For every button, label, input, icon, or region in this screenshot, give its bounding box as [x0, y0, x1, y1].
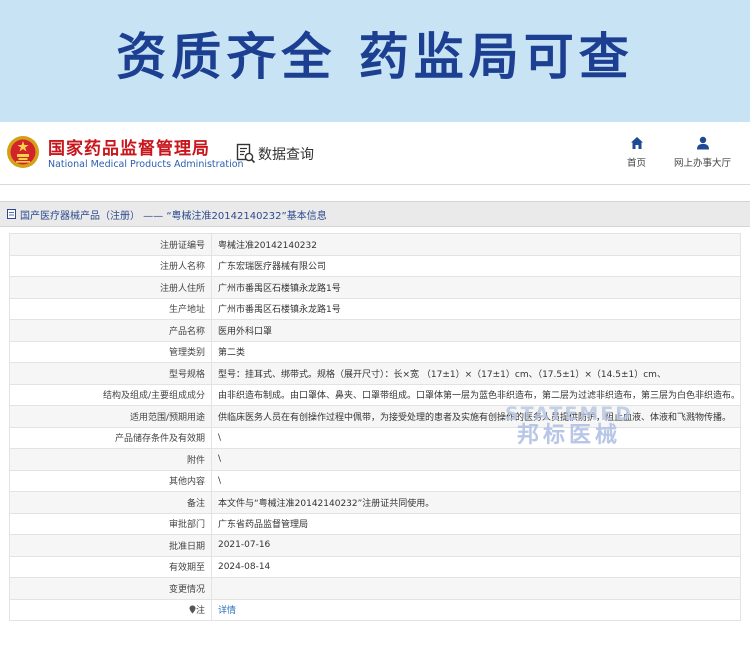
- row-value: 第二类: [210, 340, 742, 363]
- row-label: 产品储存条件及有效期: [9, 426, 212, 449]
- table-row: 附件 \: [9, 448, 742, 471]
- row-value: 本文件与“粤械注准20142140232”注册证共同使用。: [210, 491, 742, 514]
- table-row: 型号规格 型号：挂耳式、绑带式。规格（展开尺寸）：长×宽 （17±1）×（17±1…: [9, 362, 742, 385]
- org-name-english[interactable]: National Medical Products Administration: [48, 159, 244, 170]
- location-pin-icon: [189, 605, 196, 614]
- user-icon: [696, 136, 709, 150]
- table-row: 生产地址 广州市番禺区石楼镇永龙路1号: [9, 297, 742, 320]
- row-label: 备注: [9, 491, 212, 514]
- nav-online-hall-label: 网上办事大厅: [674, 158, 732, 169]
- table-row: 备注 本文件与“粤械注准20142140232”注册证共同使用。: [9, 491, 742, 514]
- row-value: 2024-08-14: [210, 555, 742, 578]
- note-label-text: 注: [195, 606, 205, 617]
- row-value: 广州市番禺区石楼镇永龙路1号: [210, 297, 742, 320]
- breadcrumb: 国产医疗器械产品（注册） —— “粤械注准20142140232”基本信息: [0, 201, 750, 227]
- row-label: 审批部门: [9, 512, 212, 535]
- document-icon: [7, 209, 16, 219]
- row-value: 供临床医务人员在有创操作过程中佩带，为接受处理的患者及实施有创操作的医务人员提供…: [210, 405, 742, 428]
- row-label: 适用范围/预期用途: [9, 405, 212, 428]
- row-label: 注册人名称: [9, 254, 212, 277]
- promo-banner: 资质齐全 药监局可查: [0, 0, 750, 122]
- details-link[interactable]: 详情: [218, 606, 236, 616]
- row-label: 其他内容: [9, 469, 212, 492]
- table-row: 产品名称 医用外科口罩: [9, 319, 742, 342]
- row-value: 详情: [210, 598, 742, 621]
- row-label-note: 注: [9, 598, 212, 621]
- row-label: 变更情况: [9, 577, 212, 600]
- table-row: 批准日期 2021-07-16: [9, 534, 742, 557]
- row-value: 广东省药品监督管理局: [210, 512, 742, 535]
- data-query-label: 数据查询: [258, 147, 314, 163]
- row-value: 广东宏瑞医疗器械有限公司: [210, 254, 742, 277]
- row-label: 管理类别: [9, 340, 212, 363]
- table-row: 变更情况: [9, 577, 742, 600]
- document-search-icon: [236, 143, 256, 164]
- row-label: 生产地址: [9, 297, 212, 320]
- row-value: \: [210, 426, 742, 449]
- national-emblem-icon: [7, 136, 39, 168]
- org-name[interactable]: 国家药品监督管理局: [48, 134, 210, 159]
- row-value: \: [210, 448, 742, 471]
- row-value: \: [210, 469, 742, 492]
- nav-home-link[interactable]: 首页: [627, 136, 646, 169]
- row-value: 医用外科口罩: [210, 319, 742, 342]
- registration-info-table: 注册证编号 粤械注准20142140232 注册人名称 广东宏瑞医疗器械有限公司 注…: [9, 233, 742, 621]
- row-label: 注册证编号: [9, 233, 212, 256]
- nav-online-hall-link[interactable]: 网上办事大厅: [674, 136, 731, 169]
- row-label: 批准日期: [9, 534, 212, 557]
- table-row: 适用范围/预期用途 供临床医务人员在有创操作过程中佩带，为接受处理的患者及实施有创…: [9, 405, 742, 428]
- table-row: 注册证编号 粤械注准20142140232: [9, 233, 742, 256]
- nav-home-label: 首页: [627, 158, 647, 169]
- site-header: 国家药品监督管理局 National Medical Products Admi…: [0, 122, 750, 185]
- row-value: [210, 577, 742, 600]
- table-row: 结构及组成/主要组成成分 由非织造布制成。由口罩体、鼻夹、口罩带组成。口罩体第一层…: [9, 383, 742, 406]
- row-value: 广州市番禺区石楼镇永龙路1号: [210, 276, 742, 299]
- row-value: 型号：挂耳式、绑带式。规格（展开尺寸）：长×宽 （17±1）×（17±1）cm、…: [210, 362, 742, 385]
- row-label: 型号规格: [9, 362, 212, 385]
- table-row: 注册人名称 广东宏瑞医疗器械有限公司: [9, 254, 742, 277]
- home-icon: [630, 137, 643, 149]
- breadcrumb-text: 国产医疗器械产品（注册） —— “粤械注准20142140232”基本信息: [20, 210, 327, 222]
- row-label: 附件: [9, 448, 212, 471]
- row-value: 由非织造布制成。由口罩体、鼻夹、口罩带组成。口罩体第一层为蓝色非织造布，第二层为…: [210, 383, 742, 406]
- table-row: 审批部门 广东省药品监督管理局: [9, 512, 742, 535]
- row-value: 2021-07-16: [210, 534, 742, 557]
- data-query-link[interactable]: 数据查询: [236, 142, 314, 166]
- table-row: 产品储存条件及有效期 \: [9, 426, 742, 449]
- table-row: 有效期至 2024-08-14: [9, 555, 742, 578]
- row-label: 注册人住所: [9, 276, 212, 299]
- row-label: 有效期至: [9, 555, 212, 578]
- row-label: 产品名称: [9, 319, 212, 342]
- table-row: 注册人住所 广州市番禺区石楼镇永龙路1号: [9, 276, 742, 299]
- table-row: 其他内容 \: [9, 469, 742, 492]
- row-value: 粤械注准20142140232: [210, 233, 742, 256]
- row-label: 结构及组成/主要组成成分: [9, 383, 212, 406]
- table-row: 注 详情: [9, 598, 742, 621]
- table-row: 管理类别 第二类: [9, 340, 742, 363]
- banner-title: 资质齐全 药监局可查: [116, 28, 634, 86]
